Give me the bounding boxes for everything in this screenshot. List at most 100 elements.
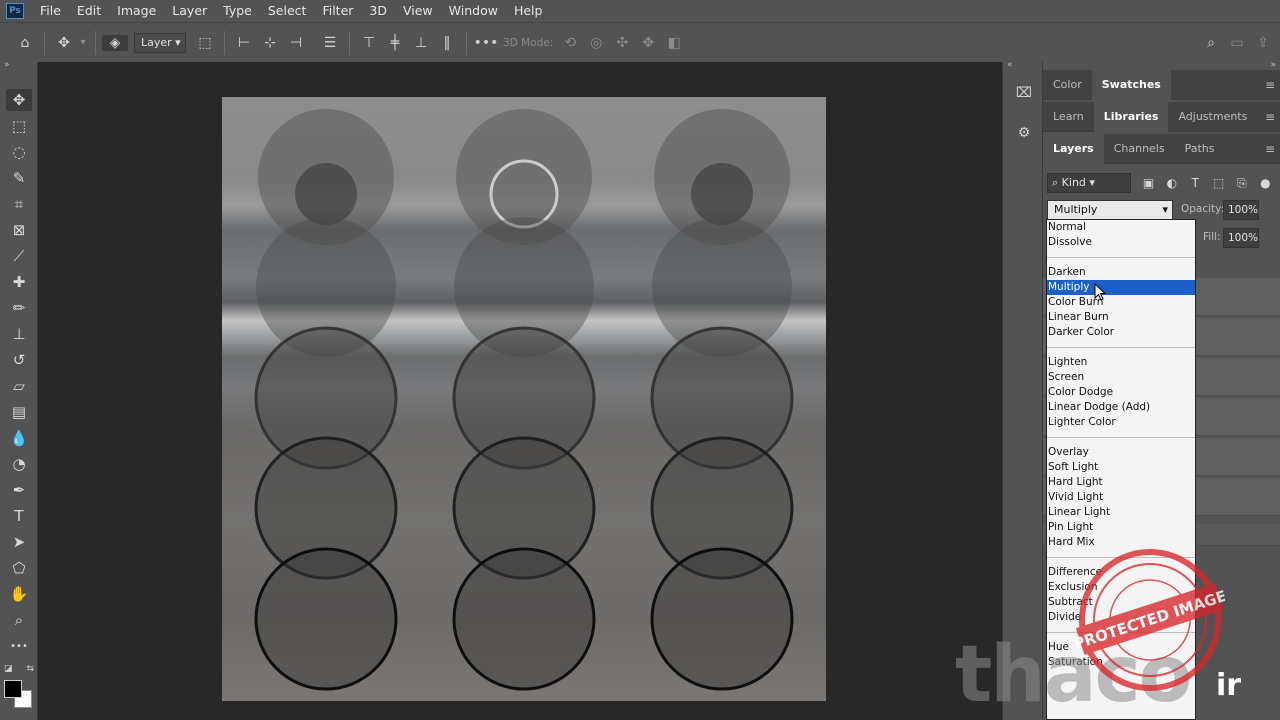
- transform-controls-icon[interactable]: ⬚: [192, 35, 218, 51]
- gradient-icon[interactable]: ▤: [6, 401, 32, 423]
- auto-select-target-dropdown[interactable]: Layer ▾: [134, 32, 186, 53]
- align-middle-icon[interactable]: ╪: [382, 35, 408, 51]
- blend-mode-multiply[interactable]: Multiply: [1047, 280, 1195, 295]
- properties-panel-icon[interactable]: ⚙: [1011, 120, 1037, 146]
- align-center-icon[interactable]: ⊹: [257, 35, 283, 51]
- menu-image[interactable]: Image: [109, 0, 164, 22]
- pixel-filter-icon[interactable]: ▣: [1137, 176, 1160, 190]
- blend-mode-linear-light[interactable]: Linear Light: [1047, 505, 1195, 520]
- align-bottom-icon[interactable]: ⊥: [408, 35, 434, 51]
- menu-select[interactable]: Select: [260, 0, 315, 22]
- quick-select-icon[interactable]: ✎: [6, 167, 32, 189]
- marquee-icon[interactable]: ⬚: [6, 115, 32, 137]
- kind-filter-dropdown[interactable]: ⌕ Kind ▾: [1047, 173, 1131, 193]
- align-right-icon[interactable]: ⊣: [283, 35, 309, 51]
- collapse-icon[interactable]: «: [1007, 60, 1013, 70]
- move-tool-icon[interactable]: ✥: [51, 35, 77, 51]
- menu-view[interactable]: View: [395, 0, 441, 22]
- menu-layer[interactable]: Layer: [164, 0, 215, 22]
- more-icon[interactable]: •••: [6, 635, 32, 657]
- foreground-color-swatch[interactable]: [4, 680, 22, 698]
- crop-icon[interactable]: ⌗: [6, 193, 32, 215]
- blend-mode-pin-light[interactable]: Pin Light: [1047, 520, 1195, 535]
- tab-layers[interactable]: Layers: [1043, 133, 1104, 164]
- menu-window[interactable]: Window: [441, 0, 506, 22]
- panel-menu-icon[interactable]: ≡: [1265, 142, 1275, 156]
- tab-channels[interactable]: Channels: [1104, 134, 1175, 164]
- pen-icon[interactable]: ✒: [6, 479, 32, 501]
- history-brush-icon[interactable]: ↺: [6, 349, 32, 371]
- filter-toggle-icon[interactable]: ●: [1254, 176, 1277, 190]
- healing-icon[interactable]: ✚: [6, 271, 32, 293]
- blend-mode-vivid-light[interactable]: Vivid Light: [1047, 490, 1195, 505]
- blend-mode-overlay[interactable]: Overlay: [1047, 445, 1195, 460]
- path-select-icon[interactable]: ➤: [6, 531, 32, 553]
- blend-mode-normal[interactable]: Normal: [1047, 220, 1195, 235]
- menu-type[interactable]: Type: [215, 0, 260, 22]
- move-icon[interactable]: ✥: [6, 89, 32, 111]
- blend-mode-dissolve[interactable]: Dissolve: [1047, 235, 1195, 250]
- type-filter-icon[interactable]: T: [1184, 176, 1207, 190]
- tab-adjustments[interactable]: Adjustments: [1168, 102, 1257, 132]
- tab-learn[interactable]: Learn: [1043, 102, 1094, 132]
- home-icon[interactable]: ⌂: [12, 35, 38, 51]
- align-top-icon[interactable]: ⊤: [356, 35, 382, 51]
- share-icon[interactable]: ⇪: [1250, 35, 1276, 51]
- expand-icon[interactable]: »: [4, 60, 10, 70]
- search-icon[interactable]: ⌕: [1198, 35, 1224, 51]
- chevron-down-icon[interactable]: ▾: [77, 37, 89, 48]
- tab-swatches[interactable]: Swatches: [1091, 69, 1171, 100]
- blend-mode-linear-dodge-add[interactable]: Linear Dodge (Add): [1047, 400, 1195, 415]
- dodge-icon[interactable]: ◔: [6, 453, 32, 475]
- expand-icon[interactable]: »: [1270, 60, 1276, 70]
- default-colors-icon[interactable]: ◪: [4, 664, 13, 674]
- menu-edit[interactable]: Edit: [69, 0, 109, 22]
- distribute-vertical-icon[interactable]: ‖: [434, 35, 460, 51]
- hand-icon[interactable]: ✋: [6, 583, 32, 605]
- blend-mode-lighter-color[interactable]: Lighter Color: [1047, 415, 1195, 430]
- blend-mode-linear-burn[interactable]: Linear Burn: [1047, 310, 1195, 325]
- eyedropper-icon[interactable]: ⟋: [6, 245, 32, 267]
- fill-input[interactable]: 100%: [1223, 228, 1259, 248]
- menu-help[interactable]: Help: [506, 0, 551, 22]
- menu-filter[interactable]: Filter: [314, 0, 361, 22]
- lasso-icon[interactable]: ◌: [6, 141, 32, 163]
- menu-3d[interactable]: 3D: [361, 0, 395, 22]
- more-options-icon[interactable]: •••: [473, 35, 499, 51]
- document-canvas[interactable]: [222, 97, 826, 701]
- smart-object-filter-icon[interactable]: ⎘: [1230, 176, 1253, 191]
- swap-colors-icon[interactable]: ⇆: [26, 664, 34, 674]
- history-panel-icon[interactable]: ⌧: [1011, 80, 1037, 106]
- menu-file[interactable]: File: [32, 0, 69, 22]
- distribute-icon[interactable]: ☰: [317, 35, 343, 51]
- blend-mode-color-dodge[interactable]: Color Dodge: [1047, 385, 1195, 400]
- blend-mode-darken[interactable]: Darken: [1047, 265, 1195, 280]
- adjustment-filter-icon[interactable]: ◐: [1160, 176, 1183, 190]
- layers-stack-icon[interactable]: ◈: [102, 34, 128, 51]
- blend-mode-screen[interactable]: Screen: [1047, 370, 1195, 385]
- shape-filter-icon[interactable]: ⬚: [1207, 176, 1230, 190]
- blend-mode-lighten[interactable]: Lighten: [1047, 355, 1195, 370]
- stamp-icon[interactable]: ⊥: [6, 323, 32, 345]
- blend-mode-darker-color[interactable]: Darker Color: [1047, 325, 1195, 340]
- tab-libraries[interactable]: Libraries: [1093, 101, 1169, 132]
- zoom-icon[interactable]: ⌕: [6, 609, 32, 631]
- tab-color[interactable]: Color: [1043, 70, 1092, 100]
- eraser-icon[interactable]: ▱: [6, 375, 32, 397]
- color-swatches[interactable]: [4, 680, 34, 710]
- brush-icon[interactable]: ✏: [6, 297, 32, 319]
- frame-icon[interactable]: ⊠: [6, 219, 32, 241]
- blend-mode-soft-light[interactable]: Soft Light: [1047, 460, 1195, 475]
- opacity-input[interactable]: 100%: [1223, 200, 1259, 220]
- shape-icon[interactable]: ⬠: [6, 557, 32, 579]
- panel-menu-icon[interactable]: ≡: [1265, 110, 1275, 124]
- type-icon[interactable]: T: [6, 505, 32, 527]
- blend-mode-color-burn[interactable]: Color Burn: [1047, 295, 1195, 310]
- blend-mode-hard-light[interactable]: Hard Light: [1047, 475, 1195, 490]
- workspace-icon[interactable]: ▭: [1224, 35, 1250, 51]
- tab-paths[interactable]: Paths: [1175, 134, 1225, 164]
- blend-mode-dropdown[interactable]: Multiply ▾: [1047, 200, 1173, 220]
- panel-menu-icon[interactable]: ≡: [1265, 78, 1275, 92]
- align-left-icon[interactable]: ⊢: [231, 35, 257, 51]
- blur-icon[interactable]: 💧: [6, 427, 32, 449]
